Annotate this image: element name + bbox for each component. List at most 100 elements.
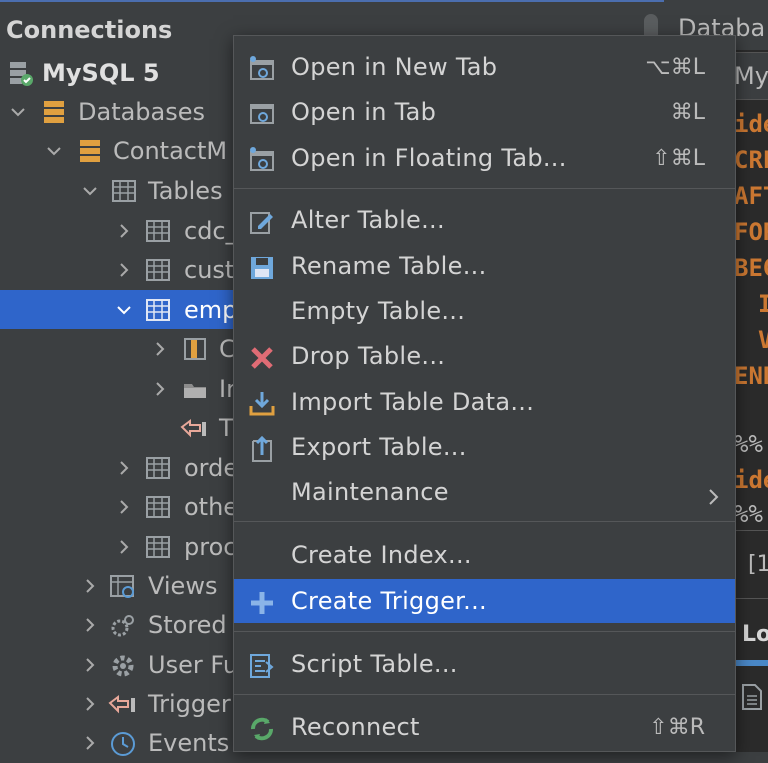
menu-separator: [234, 188, 735, 189]
tree-item-label: Stored: [148, 610, 227, 639]
tree-item-label: MySQL 5: [42, 58, 160, 87]
stored-proc-icon: [110, 614, 134, 637]
menu-item-drop-table[interactable]: Drop Table...: [234, 334, 735, 378]
menu-item-label: Export Table...: [291, 433, 467, 461]
menu-item-script-table[interactable]: Script Table...: [234, 642, 735, 686]
menu-item-export-table[interactable]: Export Table...: [234, 425, 735, 469]
menu-item-open-floating-tab[interactable]: Open in Floating Tab... ⇧⌘L: [234, 136, 735, 180]
code-line: CRE: [734, 146, 768, 174]
reconnect-icon: [248, 715, 276, 743]
connections-title: Connections: [6, 16, 173, 44]
server-icon: [8, 61, 33, 86]
menu-item-label: Rename Table...: [291, 252, 487, 280]
tree-item-label: ContactM: [113, 136, 228, 165]
menu-separator: [234, 521, 735, 522]
code-line: AFT: [734, 182, 768, 210]
tree-item-label: T: [219, 413, 234, 442]
code-line: %%: [734, 430, 763, 458]
connection-tab[interactable]: My: [734, 62, 768, 90]
table-icon: [146, 299, 170, 321]
code-line: BEG: [734, 254, 768, 282]
menu-item-open-new-tab[interactable]: Open in New Tab ⌥⌘L: [234, 45, 735, 89]
menu-item-empty-table[interactable]: Empty Table...: [234, 289, 735, 333]
function-gear-icon: [110, 653, 134, 677]
chevron-right-icon[interactable]: [82, 735, 98, 751]
tree-item-label: Databases: [78, 97, 206, 126]
edit-pencil-icon: [248, 208, 276, 236]
menu-item-create-index[interactable]: Create Index...: [234, 533, 735, 577]
chevron-right-icon[interactable]: [82, 617, 98, 633]
plus-icon: [248, 589, 276, 617]
floating-tab-icon: [248, 146, 276, 174]
code-line: FOR: [734, 218, 768, 246]
menu-item-label: Open in Floating Tab...: [291, 144, 567, 172]
table-icon: [146, 496, 170, 518]
chevron-right-icon[interactable]: [116, 223, 132, 239]
chevron-right-icon[interactable]: [152, 341, 168, 357]
trigger-icon: [180, 417, 206, 439]
table-icon: [146, 457, 170, 479]
document-icon[interactable]: [740, 684, 764, 714]
menu-shortcut: ⇧⌘L: [652, 145, 705, 171]
table-icon: [146, 259, 170, 281]
menu-shortcut: ⇧⌘R: [649, 714, 705, 740]
chevron-down-icon[interactable]: [82, 183, 98, 199]
chevron-right-icon[interactable]: [82, 696, 98, 712]
chevron-down-icon[interactable]: [116, 302, 132, 318]
red-x-icon: [248, 344, 276, 372]
menu-item-label: Drop Table...: [291, 342, 446, 370]
menu-item-maintenance[interactable]: Maintenance: [234, 470, 735, 514]
menu-item-rename-table[interactable]: Rename Table...: [234, 244, 735, 288]
menu-item-label: Open in Tab: [291, 98, 437, 126]
menu-item-label: Script Table...: [291, 650, 458, 678]
chevron-right-icon[interactable]: [116, 499, 132, 515]
tree-item-label: emp: [184, 295, 238, 324]
menu-item-reconnect[interactable]: Reconnect ⇧⌘R: [234, 705, 735, 749]
chevron-right-icon[interactable]: [82, 657, 98, 673]
menu-item-create-trigger[interactable]: Create Trigger...: [234, 579, 735, 623]
tree-item-label: Tables: [148, 176, 223, 205]
table-icon: [146, 536, 170, 558]
chevron-right-icon[interactable]: [116, 539, 132, 555]
menu-separator: [234, 694, 735, 695]
menu-item-label: Import Table Data...: [291, 388, 535, 416]
status-text: [1: [748, 552, 768, 577]
context-menu: Open in New Tab ⌥⌘L Open in Tab ⌘L Open …: [233, 35, 736, 752]
views-icon: [110, 575, 134, 598]
menu-item-label: Alter Table...: [291, 206, 445, 234]
tree-item-label: User Fu: [148, 650, 239, 679]
menu-item-label: Maintenance: [291, 478, 449, 506]
tree-item-label: Views: [148, 571, 218, 600]
code-line: %%: [734, 500, 763, 528]
menu-item-alter-table[interactable]: Alter Table...: [234, 198, 735, 242]
chevron-right-icon[interactable]: [116, 262, 132, 278]
database-icon: [80, 140, 102, 162]
tree-item-label: othe: [184, 492, 239, 521]
code-line: ide: [734, 466, 768, 494]
trigger-icon: [108, 693, 135, 715]
code-line: I: [758, 290, 768, 318]
code-line: V: [758, 326, 768, 354]
indexes-icon: [182, 378, 206, 400]
menu-item-import-table-data[interactable]: Import Table Data...: [234, 380, 735, 424]
tree-item-label: Events: [148, 728, 230, 757]
database-icon: [44, 101, 66, 123]
log-tab[interactable]: Lo: [742, 622, 768, 647]
table-icon: [146, 220, 170, 242]
new-tab-icon: [248, 55, 276, 83]
tree-item-label: proc: [184, 532, 237, 561]
clock-icon: [110, 731, 135, 756]
tree-item-label: orde: [184, 453, 239, 482]
menu-item-label: Create Index...: [291, 541, 472, 569]
tab-underline: [736, 660, 768, 666]
chevron-right-icon[interactable]: [82, 578, 98, 594]
chevron-right-icon[interactable]: [116, 460, 132, 476]
chevron-down-icon[interactable]: [10, 104, 26, 120]
menu-item-open-tab[interactable]: Open in Tab ⌘L: [234, 90, 735, 134]
menu-shortcut: ⌥⌘L: [645, 54, 705, 80]
menu-item-label: Open in New Tab: [291, 53, 498, 81]
chevron-down-icon[interactable]: [46, 143, 62, 159]
tables-icon: [112, 180, 136, 202]
save-disk-icon: [248, 254, 276, 282]
chevron-right-icon[interactable]: [152, 381, 168, 397]
